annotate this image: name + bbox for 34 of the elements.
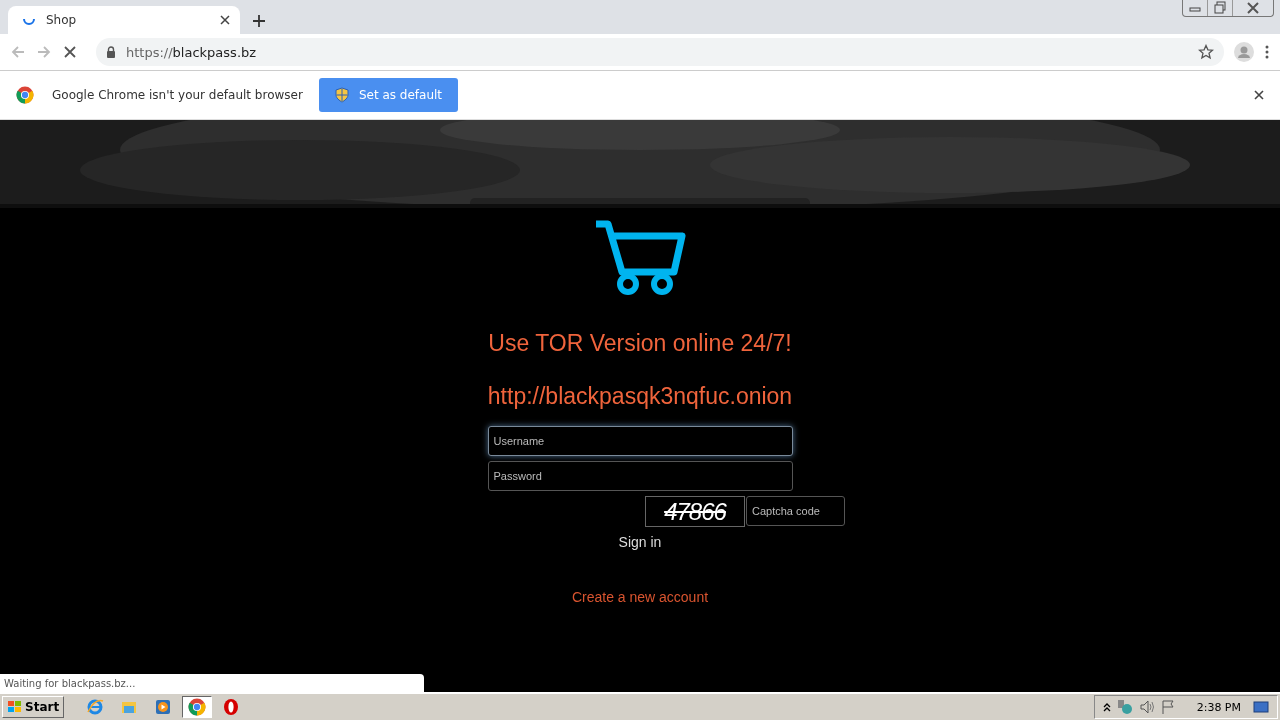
close-tab-icon[interactable] bbox=[220, 15, 230, 25]
chrome-logo-icon bbox=[16, 86, 34, 104]
captcha-field[interactable]: Captcha code bbox=[746, 496, 845, 526]
clock: 2:38 PM bbox=[1196, 700, 1241, 714]
close-icon[interactable] bbox=[1254, 90, 1264, 100]
username-field[interactable]: Username bbox=[487, 426, 793, 456]
internet-explorer-icon[interactable] bbox=[86, 698, 105, 716]
flag-icon[interactable] bbox=[1160, 699, 1175, 715]
chrome-icon[interactable] bbox=[188, 698, 207, 716]
password-field[interactable]: Password bbox=[487, 461, 793, 491]
stop-icon[interactable] bbox=[62, 44, 78, 60]
lock-icon[interactable] bbox=[106, 46, 116, 58]
captcha-image: 47866 bbox=[645, 496, 745, 527]
media-player-icon[interactable] bbox=[154, 698, 173, 716]
onion-address: http://blackpasqk3nqfuc.onion bbox=[487, 383, 793, 410]
sign-in-button[interactable]: Sign in bbox=[612, 533, 668, 551]
browser-tab[interactable]: Shop bbox=[8, 6, 240, 34]
speaker-icon[interactable] bbox=[1138, 699, 1155, 715]
shield-icon bbox=[334, 87, 349, 103]
opera-icon[interactable] bbox=[222, 698, 241, 716]
windows-logo-icon bbox=[7, 700, 23, 714]
profile-avatar-icon[interactable] bbox=[1234, 42, 1254, 62]
show-desktop-icon[interactable] bbox=[1253, 700, 1269, 714]
tor-heading: Use TOR Version online 24/7! bbox=[488, 330, 792, 357]
star-icon[interactable] bbox=[1198, 44, 1214, 60]
infobar-message: Google Chrome isn't your default browser bbox=[52, 88, 303, 102]
new-tab-icon[interactable] bbox=[252, 14, 266, 28]
menu-icon[interactable] bbox=[1264, 44, 1270, 60]
status-bubble: Waiting for blackpass.bz... bbox=[0, 674, 424, 692]
start-button[interactable]: Start bbox=[2, 696, 65, 718]
create-account-link[interactable]: Create a new account bbox=[571, 589, 709, 605]
taskbar-button[interactable] bbox=[182, 696, 213, 718]
shopping-cart-icon bbox=[594, 220, 686, 296]
chevron-up-icon[interactable] bbox=[1102, 702, 1111, 712]
